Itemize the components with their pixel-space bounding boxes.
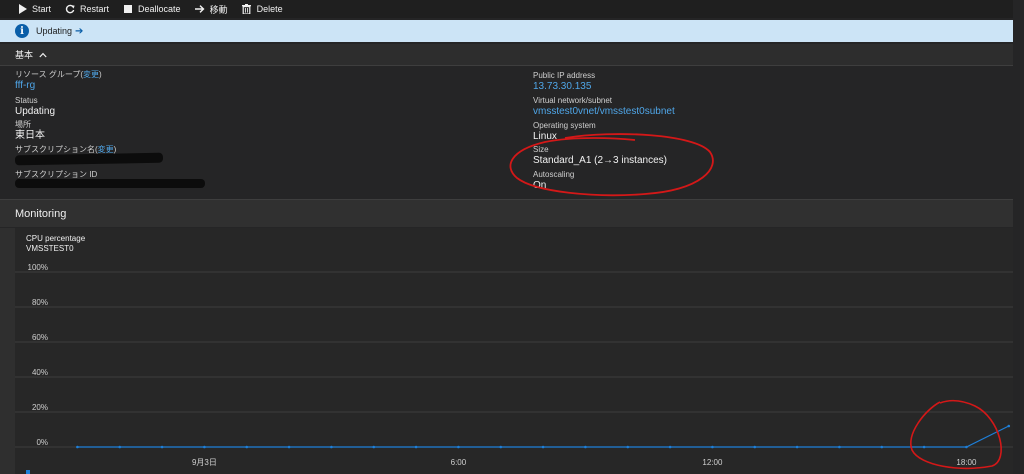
resource-group-label: リソース グループ — [15, 70, 81, 79]
trash-icon — [242, 4, 252, 14]
data-point — [160, 445, 164, 449]
data-point — [626, 445, 630, 449]
essentials-header-label: 基本 — [15, 50, 34, 60]
x-tick-label: 18:00 — [956, 458, 977, 467]
location-property: 場所 東日本 — [15, 120, 45, 142]
monitoring-header: Monitoring — [0, 199, 1013, 227]
data-point — [541, 445, 545, 449]
data-point — [753, 445, 757, 449]
blade-left-strip — [0, 228, 15, 474]
location-value: 東日本 — [15, 130, 45, 141]
y-tick-label: 80% — [32, 298, 48, 307]
data-point — [965, 445, 968, 449]
restart-label: Restart — [80, 4, 110, 14]
info-icon: i — [15, 24, 29, 38]
start-button[interactable]: Start — [17, 4, 51, 14]
data-point — [922, 445, 926, 449]
move-label: 移動 — [209, 4, 228, 15]
data-point — [414, 445, 418, 449]
data-point — [838, 445, 841, 449]
y-tick-label: 20% — [32, 403, 48, 412]
y-tick-label: 100% — [28, 263, 48, 272]
restart-icon — [65, 4, 75, 14]
status-value: Updating — [15, 106, 56, 117]
stop-icon — [123, 4, 133, 14]
y-tick-label: 40% — [32, 368, 48, 377]
public-ip-value[interactable]: 13.73.30.135 — [533, 81, 595, 93]
deallocate-button[interactable]: Deallocate — [123, 4, 181, 14]
data-point — [499, 445, 503, 449]
data-point — [1007, 424, 1011, 428]
data-point — [584, 445, 587, 449]
data-point — [668, 445, 672, 449]
data-point — [457, 445, 460, 449]
os-label: Operating system — [533, 121, 596, 130]
notification-text: Updating — [36, 26, 73, 36]
resource-group-property: リソース グループ(変更) fff-rg — [15, 70, 102, 92]
arrow-right-icon: ➔ — [75, 25, 84, 37]
delete-label: Delete — [256, 4, 283, 14]
essentials-toggle[interactable]: 基本 — [0, 44, 1013, 66]
data-point — [76, 445, 79, 449]
vnet-value[interactable]: vmsstest0vnet/vmsstest0subnet — [533, 106, 675, 118]
play-icon — [17, 4, 27, 14]
redacted-subscription-id — [15, 179, 205, 188]
x-tick-label: 6:00 — [451, 458, 467, 467]
monitoring-title: Monitoring — [15, 207, 67, 220]
public-ip-label: Public IP address — [533, 71, 596, 80]
y-tick-label: 60% — [32, 333, 48, 342]
annotation-circle-size — [509, 133, 714, 197]
data-point — [287, 445, 291, 449]
chevron-up-icon — [39, 50, 47, 60]
vnet-label: Virtual network/subnet — [533, 96, 613, 105]
change-resource-group-link[interactable]: 変更 — [83, 70, 99, 79]
start-label: Start — [32, 4, 52, 14]
command-bar: Start Restart Deallocate 移動 Delete — [0, 0, 1013, 18]
data-point — [203, 445, 206, 449]
x-tick-label: 12:00 — [702, 458, 723, 467]
legend-swatch — [26, 470, 30, 474]
data-point — [880, 445, 884, 449]
move-button[interactable]: 移動 — [194, 3, 228, 16]
vnet-property: Virtual network/subnet vmsstest0vnet/vms… — [533, 96, 675, 118]
subscription-name-label: サブスクリプション名 — [15, 145, 95, 154]
delete-button[interactable]: Delete — [242, 4, 283, 14]
data-point — [118, 445, 122, 449]
redacted-subscription-name — [14, 152, 164, 166]
data-point — [711, 445, 714, 449]
data-point — [245, 445, 249, 449]
deallocate-label: Deallocate — [138, 4, 181, 14]
location-label: 場所 — [15, 120, 31, 129]
updating-notification[interactable]: i Updating ➔ — [0, 20, 1013, 42]
public-ip-property: Public IP address 13.73.30.135 — [533, 71, 595, 93]
data-point — [330, 445, 333, 449]
y-tick-label: 0% — [36, 438, 48, 447]
x-tick-label: 9月3日 — [192, 458, 217, 467]
resource-group-value[interactable]: fff-rg — [15, 80, 102, 92]
cpu-series-line — [77, 425, 1010, 448]
data-point — [372, 445, 376, 449]
arrow-right-icon — [194, 4, 205, 14]
restart-button[interactable]: Restart — [65, 4, 109, 14]
status-label: Status — [15, 96, 38, 105]
status-property: Status Updating — [15, 96, 55, 118]
cpu-chart-tile[interactable]: CPU percentage VMSSTEST0 100% 80% 60% 40% 20… — [15, 228, 1013, 474]
cpu-line-chart: 100% 80% 60% 40% 20% 0% 9月3日 6:00 12:00 18:00 — [15, 263, 1013, 470]
data-point — [795, 445, 799, 449]
